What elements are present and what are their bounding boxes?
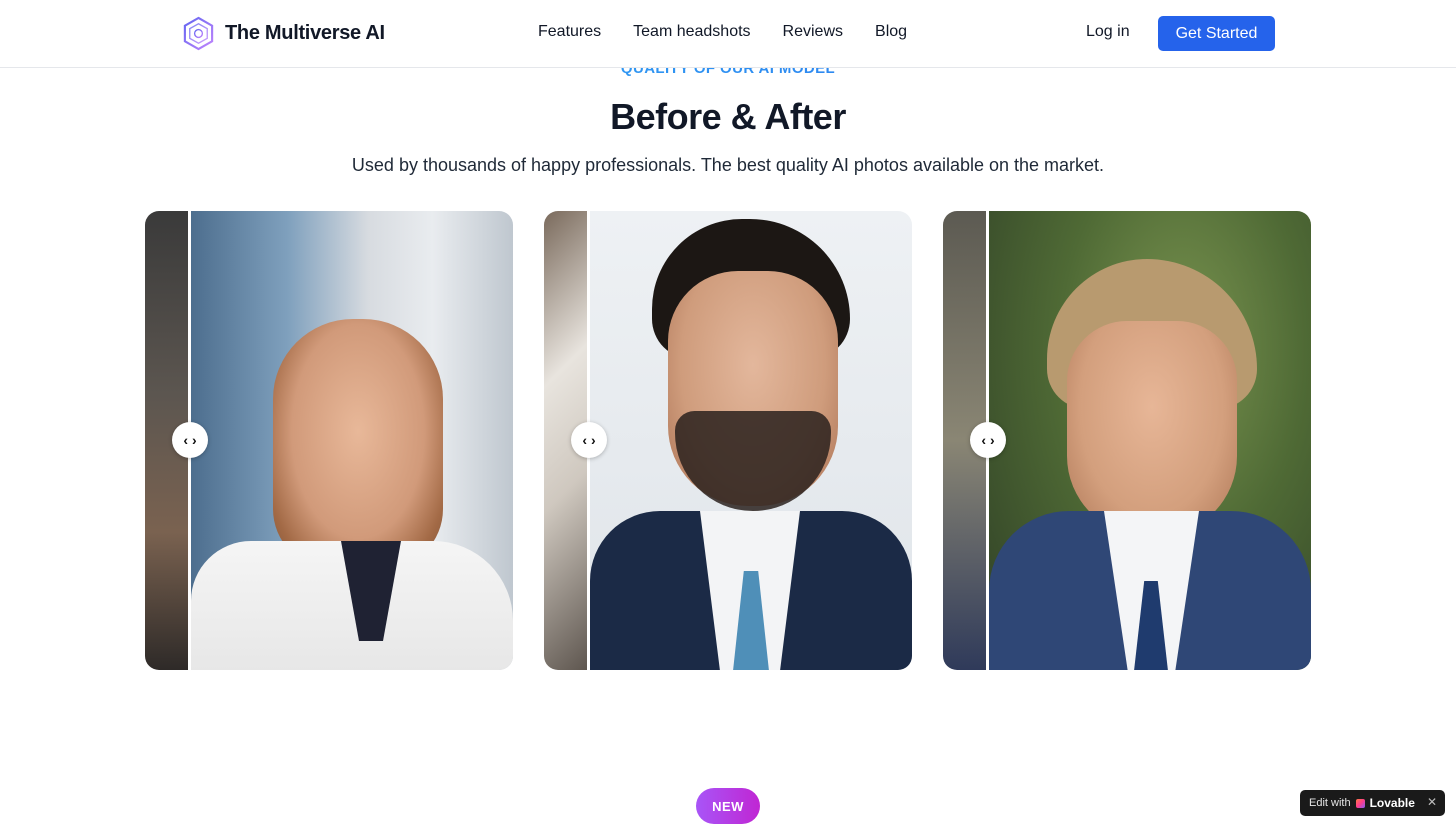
close-icon[interactable]: ✕ <box>1427 795 1437 809</box>
brand-logo[interactable]: The Multiverse AI <box>181 16 385 51</box>
left-right-arrows-icon[interactable]: ‹ › <box>172 422 208 458</box>
lovable-brand: Lovable <box>1369 796 1415 810</box>
login-link[interactable]: Log in <box>1086 23 1130 41</box>
nav-link-reviews[interactable]: Reviews <box>783 23 843 41</box>
hexagon-logo-icon <box>183 16 214 51</box>
lovable-prefix: Edit with <box>1309 797 1351 809</box>
edit-with-lovable-widget[interactable]: Edit with Lovable ✕ <box>1300 790 1445 816</box>
left-right-arrows-icon[interactable]: ‹ › <box>970 422 1006 458</box>
lovable-heart-icon <box>1355 798 1365 808</box>
portrait-beard <box>675 411 831 511</box>
after-photo <box>191 211 513 670</box>
section-title: Before & After <box>610 96 846 137</box>
after-photo <box>989 211 1311 670</box>
main-nav: Features Team headshots Reviews Blog <box>538 23 907 41</box>
new-badge: NEW <box>696 788 760 824</box>
portrait-face <box>273 319 443 569</box>
portrait-face <box>1067 321 1237 536</box>
nav-link-blog[interactable]: Blog <box>875 23 907 41</box>
get-started-button[interactable]: Get Started <box>1158 16 1275 51</box>
section-subtitle: Used by thousands of happy professionals… <box>351 155 1105 175</box>
nav-link-features[interactable]: Features <box>538 23 601 41</box>
left-right-arrows-icon[interactable]: ‹ › <box>571 422 607 458</box>
nav-link-team-headshots[interactable]: Team headshots <box>633 23 750 41</box>
brand-name: The Multiverse AI <box>225 22 385 44</box>
site-header: The Multiverse AI Features Team headshot… <box>0 0 1456 68</box>
after-photo <box>590 211 912 670</box>
